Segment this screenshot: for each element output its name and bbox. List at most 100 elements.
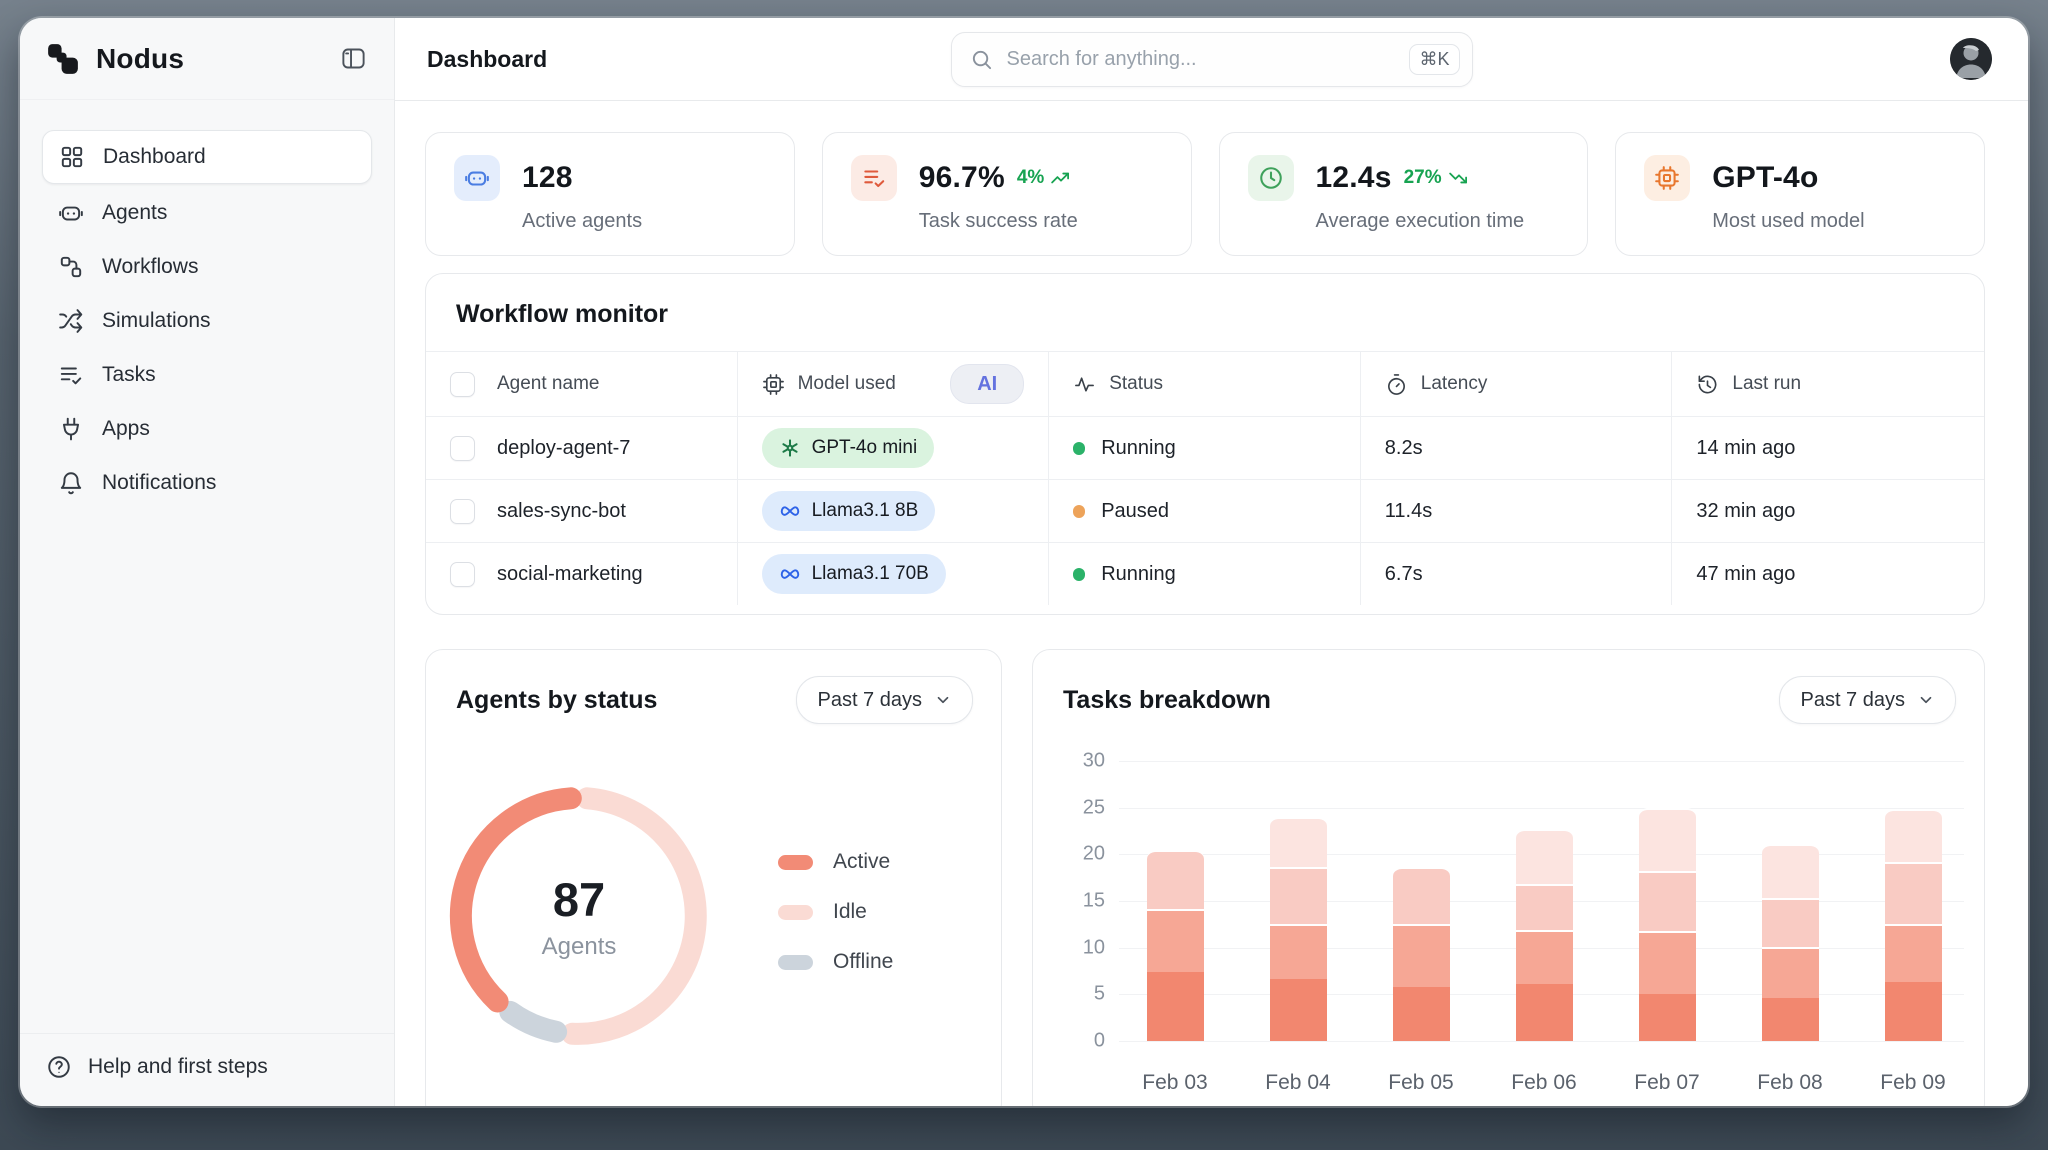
avatar[interactable] (1950, 38, 1992, 80)
activity-icon (1075, 376, 1095, 392)
bar-segment (1638, 807, 1696, 871)
grid-icon (61, 146, 83, 168)
agents-range-select[interactable]: Past 7 days (796, 676, 973, 724)
stat-value: 12.4s (1315, 161, 1392, 194)
y-axis-tick: 0 (1093, 1029, 1105, 1052)
sidebar-item-label: Agents (102, 201, 168, 224)
legend-item-active: Active (778, 850, 893, 874)
bar-segment (1515, 883, 1573, 931)
bar-feb-03 (1146, 849, 1204, 1041)
y-axis-tick: 25 (1082, 796, 1105, 819)
sidebar-item-agents[interactable]: Agents (42, 188, 372, 238)
chevron-down-icon (937, 696, 949, 704)
legend-swatch (778, 954, 813, 970)
row-checkbox[interactable] (450, 435, 475, 461)
trend-down-badge: 27% (1404, 167, 1470, 189)
column-last-run: Last run (1672, 352, 1984, 416)
model-badge-gpt4o-mini: GPT-4o mini (761, 428, 935, 468)
stat-card-most-used-model: GPT-4o Most used model (1615, 132, 1985, 256)
bar-segment (1761, 946, 1819, 998)
status-dot (1073, 504, 1086, 518)
select-all-checkbox[interactable] (450, 371, 475, 397)
sidebar-item-label: Tasks (102, 363, 156, 386)
table-header: Agent name Model used AI Status Latency … (426, 351, 1984, 416)
bar-segment (1761, 897, 1819, 947)
sidebar-item-label: Workflows (102, 255, 199, 278)
bar-segment (1146, 909, 1204, 973)
table-row[interactable]: social-marketing Llama3.1 70B Running 6.… (426, 542, 1984, 605)
history-icon (1698, 375, 1717, 393)
bar-segment (1761, 997, 1819, 1041)
bot-icon (59, 206, 83, 221)
nodus-logo-icon (48, 43, 78, 74)
bottom-row: Agents by status Past 7 days 87 Agents A… (425, 649, 1985, 1106)
sidebar-item-simulations[interactable]: Simulations (42, 296, 372, 346)
bar-feb-05 (1392, 866, 1450, 1041)
stat-card-success-rate: 96.7% 4% Task success rate (821, 132, 1192, 256)
bar-segment (1146, 972, 1204, 1041)
sidebar-item-label: Notifications (102, 471, 217, 494)
ai-badge: AI (950, 364, 1025, 404)
stats-row: 128 Active agents 96.7% 4% Task success … (425, 132, 1985, 256)
bar-segment (1638, 993, 1696, 1041)
workflow-icon (60, 256, 82, 278)
stat-value: 128 (522, 161, 573, 194)
bar-segment (1515, 983, 1573, 1041)
bar-segment (1515, 930, 1573, 984)
x-axis-label: Feb 09 (1880, 1071, 1946, 1094)
bar-segment (1392, 987, 1450, 1041)
help-circle-icon (48, 1056, 70, 1078)
workflow-monitor-panel: Workflow monitor Agent name Model used A… (425, 273, 1985, 615)
sidebar-item-workflows[interactable]: Workflows (42, 242, 372, 292)
bot-icon (454, 155, 500, 201)
column-latency: Latency (1361, 352, 1673, 416)
sidebar-collapse-icon[interactable] (338, 44, 368, 74)
x-axis-label: Feb 04 (1265, 1071, 1331, 1094)
sidebar-item-label: Dashboard (103, 145, 206, 168)
page-title: Dashboard (427, 45, 548, 72)
cpu-icon (1644, 155, 1691, 201)
legend-swatch (778, 904, 813, 920)
stat-card-active-agents: 128 Active agents (425, 132, 795, 256)
help-link[interactable]: Help and first steps (46, 1054, 368, 1080)
meta-logo-icon (780, 506, 799, 516)
table-row[interactable]: deploy-agent-7 GPT-4o mini Running 8.2s … (426, 416, 1984, 479)
table-row[interactable]: sales-sync-bot Llama3.1 8B Paused 11.4s (426, 479, 1984, 542)
sidebar-item-dashboard[interactable]: Dashboard (42, 130, 372, 184)
bar-segment (1515, 829, 1573, 884)
sidebar-item-notifications[interactable]: Notifications (42, 458, 372, 508)
sidebar-item-label: Apps (102, 417, 150, 440)
bar-feb-09 (1884, 808, 1942, 1041)
trending-down-icon (1448, 172, 1467, 184)
stopwatch-icon (1387, 373, 1405, 395)
sidebar-item-tasks[interactable]: Tasks (42, 350, 372, 400)
sidebar-footer: Help and first steps (20, 1033, 394, 1106)
bar-segment (1884, 924, 1942, 982)
bar-segment (1884, 981, 1942, 1041)
bar-feb-07 (1638, 807, 1696, 1041)
legend-label: Offline (833, 950, 894, 973)
bar-segment (1269, 817, 1327, 868)
legend-item-offline: Offline (778, 950, 893, 974)
clock-icon (1247, 155, 1294, 201)
gridline (1119, 807, 1964, 809)
main-area: Dashboard Search for anything... ⌘K 128 … (395, 18, 2028, 1106)
row-checkbox[interactable] (450, 498, 475, 524)
sidebar-item-label: Simulations (102, 309, 211, 332)
bar-segment (1884, 861, 1942, 925)
y-axis-tick: 20 (1082, 842, 1105, 865)
plug-icon (62, 417, 80, 441)
x-axis-label: Feb 08 (1757, 1071, 1823, 1094)
search-input[interactable]: Search for anything... ⌘K (950, 31, 1473, 87)
y-axis-tick: 30 (1082, 749, 1105, 772)
brand-name: Nodus (96, 42, 185, 74)
bar-segment (1884, 808, 1942, 862)
row-checkbox[interactable] (450, 561, 475, 587)
sidebar-item-apps[interactable]: Apps (42, 404, 372, 454)
gridline (1119, 761, 1964, 762)
agents-by-status-panel: Agents by status Past 7 days 87 Agents A… (425, 649, 1002, 1106)
tasks-breakdown-panel: Tasks breakdown Past 7 days 0 5 10 15 20 25 30… (1032, 649, 1985, 1106)
y-axis-tick: 5 (1093, 982, 1105, 1005)
y-axis-tick: 15 (1082, 889, 1105, 912)
bar-segment (1761, 844, 1819, 898)
